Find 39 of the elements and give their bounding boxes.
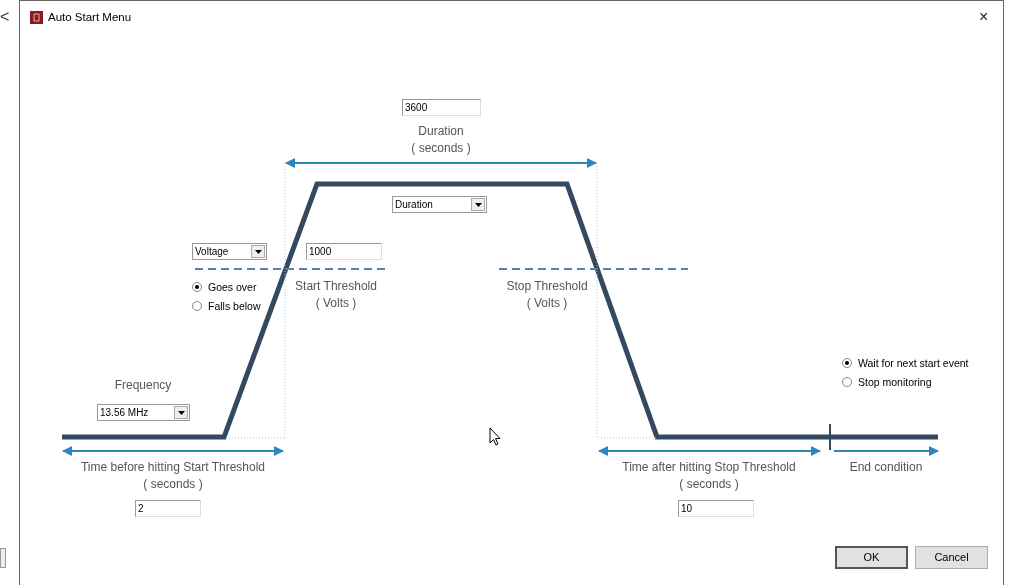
- radio-button[interactable]: [842, 358, 852, 369]
- input-field[interactable]: 3600: [402, 99, 481, 116]
- duration-label: Duration: [418, 125, 464, 137]
- close-button[interactable]: ×: [979, 9, 989, 25]
- radio-label: Goes over: [208, 282, 257, 293]
- input-field[interactable]: 1000: [306, 243, 382, 260]
- input-field[interactable]: 2: [135, 500, 201, 517]
- radio-button[interactable]: [192, 301, 202, 312]
- back-chevron[interactable]: <: [0, 9, 10, 25]
- radio-label: Stop monitoring: [858, 377, 932, 388]
- dialog-button[interactable]: Cancel: [915, 546, 988, 569]
- caret-icon: [254, 249, 262, 254]
- duration-unit: ( seconds ): [411, 142, 471, 154]
- unit-label: ( seconds ): [143, 478, 203, 490]
- radio-button[interactable]: [192, 282, 202, 293]
- unit-label: ( Volts ): [526, 297, 568, 309]
- threshold-label: Stop Threshold: [506, 280, 588, 292]
- end-condition-label: End condition: [849, 461, 923, 473]
- caret-icon: [474, 202, 482, 207]
- window-title: Auto Start Menu: [48, 12, 132, 24]
- time-label: Time after hitting Stop Threshold: [622, 461, 796, 473]
- radio-label: Falls below: [208, 301, 261, 312]
- radio-button[interactable]: [842, 377, 852, 388]
- radio-label: Wait for next start event: [858, 358, 969, 369]
- dropdown[interactable]: Duration: [392, 196, 487, 213]
- unit-label: ( seconds ): [679, 478, 739, 490]
- dialog-button[interactable]: OK: [835, 546, 908, 569]
- dropdown[interactable]: 13.56 MHz: [97, 404, 190, 421]
- frequency-label: Frequency: [114, 379, 172, 391]
- mouse-cursor-icon: [489, 427, 501, 446]
- unit-label: ( Volts ): [315, 297, 357, 309]
- partial-button[interactable]: [0, 548, 6, 568]
- end-marker: [829, 423, 831, 451]
- input-field[interactable]: 10: [678, 500, 754, 517]
- dropdown[interactable]: Voltage: [192, 243, 267, 260]
- time-label: Time before hitting Start Threshold: [80, 461, 266, 473]
- caret-icon: [177, 410, 185, 415]
- app-icon: [30, 11, 43, 24]
- threshold-label: Start Threshold: [295, 280, 377, 292]
